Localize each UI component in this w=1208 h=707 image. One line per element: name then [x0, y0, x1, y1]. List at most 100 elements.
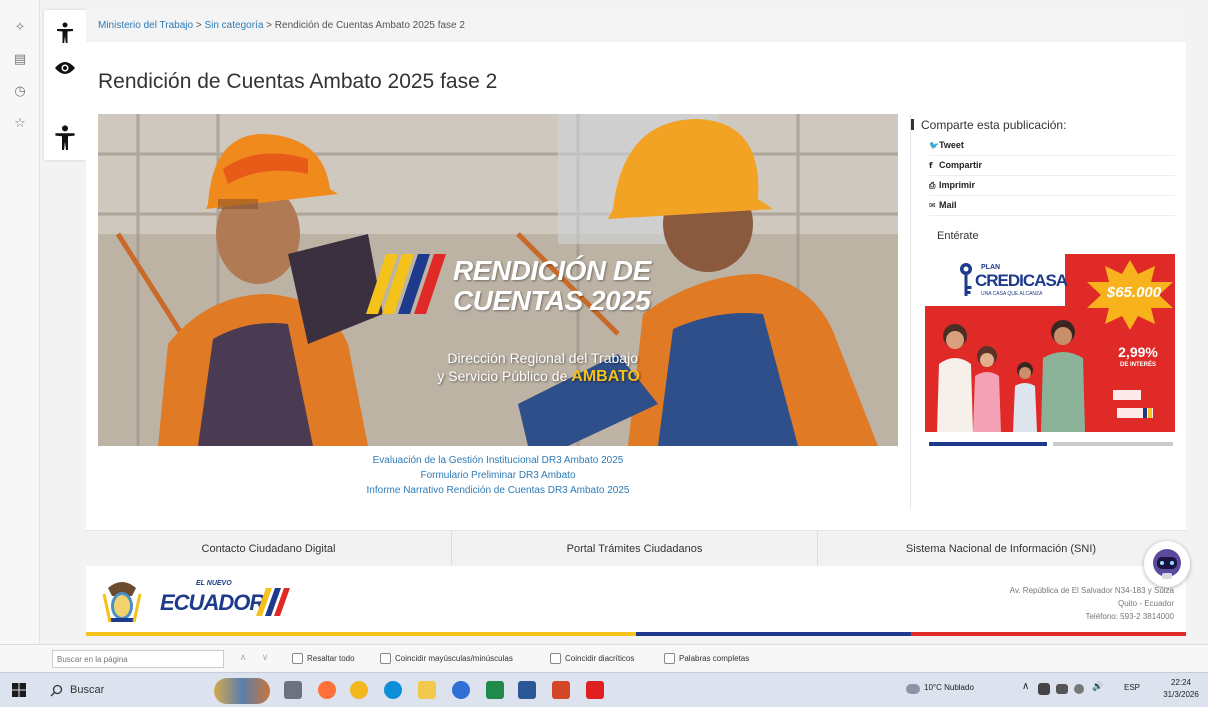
doc-link-informe[interactable]: Informe Narrativo Rendición de Cuentas D… — [98, 483, 898, 498]
speaker-icon[interactable]: 🔊 — [1092, 682, 1103, 692]
breadcrumb-current: Rendición de Cuentas Ambato 2025 fase 2 — [274, 20, 465, 31]
share-sidebar: Comparte esta publicación: 🐦Tweet f Compa… — [910, 114, 1176, 509]
footer-link-portal-tramites[interactable]: Portal Trámites Ciudadanos — [452, 531, 818, 567]
clock[interactable]: 22:24 31/3/2026 — [1158, 677, 1204, 701]
enterate-heading: Entérate — [937, 230, 979, 242]
excel-icon[interactable] — [486, 681, 504, 699]
hero-subtitle-line2: y Servicio Público de AMBATO — [437, 368, 640, 385]
ad-tagline: UNA CASA QUE ALCANZA — [981, 291, 1043, 297]
ad-plan-label: PLAN — [981, 264, 1001, 271]
find-next-icon[interactable]: ∨ — [258, 651, 272, 665]
find-option-highlight-all[interactable]: Resaltar todo — [292, 653, 355, 667]
ad-amount: $65.000 — [1106, 284, 1162, 301]
sparkle-icon[interactable]: ✧ — [12, 20, 28, 36]
powerpoint-icon[interactable] — [552, 681, 570, 699]
browser-sidebar: ✧ ▤ ◷ ☆ ⚙ — [0, 0, 40, 672]
doc-link-evaluacion[interactable]: Evaluación de la Gestión Institucional D… — [98, 453, 898, 468]
find-previous-icon[interactable]: ∧ — [236, 651, 250, 665]
eye-icon[interactable] — [52, 58, 78, 84]
share-print-button[interactable]: ⎙ Imprimir — [929, 176, 1175, 196]
webpage: Ministerio del Trabajo > Sin categoría >… — [86, 10, 1186, 636]
checkbox[interactable] — [292, 653, 303, 664]
find-option-whole-words[interactable]: Palabras completas — [664, 653, 749, 667]
breadcrumb-home-link[interactable]: Ministerio del Trabajo — [98, 20, 193, 31]
footer-link-contacto[interactable]: Contacto Ciudadano Digital — [86, 531, 452, 567]
acrobat-icon[interactable] — [586, 681, 604, 699]
robot-icon — [1153, 549, 1181, 579]
windows-taskbar: Buscar 10°C Nublado ∧ 🔊 ESP 22:24 31/3/2… — [0, 672, 1208, 707]
screen: ✧ ▤ ◷ ☆ ⚙ Ministerio del Trabajo > Sin c… — [0, 0, 1208, 707]
word-icon[interactable] — [518, 681, 536, 699]
taskbar-widget-image[interactable] — [214, 678, 270, 704]
footer-address: Av. República de El Salvador N34-183 y S… — [1009, 586, 1174, 621]
ecuador-logo-text: ECUADOR — [160, 590, 265, 615]
twitter-icon: 🐦 — [929, 141, 939, 150]
accessibility-toolbar — [44, 10, 86, 160]
footer-link-sni[interactable]: Sistema Nacional de Información (SNI) — [818, 531, 1184, 567]
document-icon[interactable]: ▤ — [12, 52, 28, 68]
doc-link-formulario[interactable]: Formulario Preliminar DR3 Ambato — [98, 468, 898, 483]
hero-title: RENDICIÓN DE CUENTAS 2025 — [453, 255, 651, 316]
task-view-icon[interactable] — [284, 681, 302, 699]
partner-logos — [1113, 390, 1153, 418]
breadcrumb: Ministerio del Trabajo > Sin categoría >… — [86, 10, 1186, 42]
footer-brand: EL NUEVO ECUADOR Av. República de El Sal… — [86, 566, 1186, 636]
hero-subtitle-highlight: AMBATO — [571, 368, 640, 385]
share-mail-button[interactable]: ✉ Mail — [929, 196, 1175, 216]
weather-status[interactable]: 10°C Nublado — [924, 683, 974, 692]
footer-nav: Contacto Ciudadano Digital Portal Trámit… — [86, 530, 1186, 567]
chatbot-button[interactable] — [1144, 541, 1190, 587]
accessibility-large-icon[interactable] — [52, 124, 78, 150]
key-icon — [960, 263, 972, 296]
share-tweet-button[interactable]: 🐦Tweet — [929, 136, 1175, 156]
share-heading: Comparte esta publicación: — [910, 118, 1067, 132]
firefox-icon[interactable] — [318, 681, 336, 699]
breadcrumb-category-link[interactable]: Sin categoría — [204, 20, 263, 31]
network-icon[interactable] — [1074, 684, 1084, 694]
edge-icon[interactable] — [384, 681, 402, 699]
weather-icon — [906, 684, 920, 694]
taskbar-search[interactable]: Buscar — [42, 678, 202, 703]
accessibility-person-icon[interactable] — [52, 22, 78, 48]
find-in-page-bar: ∧ ∨ Resaltar todo Coincidir mayúsculas/m… — [0, 644, 1208, 672]
flag-stripes-logo — [256, 588, 290, 616]
find-input[interactable] — [52, 650, 224, 668]
breadcrumb-separator: > — [263, 20, 275, 31]
find-option-match-case[interactable]: Coincidir mayúsculas/minúsculas — [380, 653, 513, 667]
carousel-indicator[interactable] — [1053, 442, 1173, 446]
find-option-match-diacritics[interactable]: Coincidir diacríticos — [550, 653, 634, 667]
checkbox[interactable] — [550, 653, 561, 664]
favorites-icon[interactable]: ☆ — [12, 116, 28, 132]
battery-icon[interactable] — [1056, 684, 1068, 694]
share-facebook-button[interactable]: f Compartir — [929, 156, 1175, 176]
language-indicator[interactable]: ESP — [1124, 683, 1140, 692]
ecuador-logo-top: EL NUEVO — [196, 580, 232, 587]
ad-rate: 2,99% — [1118, 344, 1158, 360]
ad-rate-label: DE INTERÉS — [1119, 362, 1156, 368]
flag-color-line — [86, 632, 1186, 636]
tray-chevron-up-icon[interactable]: ∧ — [1022, 681, 1029, 692]
windows-start-icon[interactable] — [12, 683, 26, 697]
checkbox[interactable] — [664, 653, 675, 664]
file-explorer-icon[interactable] — [418, 681, 436, 699]
breadcrumb-separator: > — [193, 20, 205, 31]
ad-carousel-indicators — [929, 442, 1173, 446]
tray-app-icon[interactable] — [1038, 683, 1050, 695]
facebook-icon: f — [929, 161, 933, 170]
document-links: Evaluación de la Gestión Institucional D… — [98, 453, 898, 498]
hero-subtitle-line1: Dirección Regional del Trabajo — [447, 350, 638, 366]
credicasa-ad-banner[interactable]: PLAN CREDICASA UNA CASA QUE ALCANZA $65.… — [925, 254, 1175, 432]
chrome-icon[interactable] — [350, 681, 368, 699]
search-icon — [50, 684, 63, 697]
store-icon[interactable] — [452, 681, 470, 699]
print-icon: ⎙ — [929, 181, 936, 190]
checkbox[interactable] — [380, 653, 391, 664]
carousel-indicator-active[interactable] — [929, 442, 1047, 446]
coat-of-arms-logo — [102, 582, 142, 623]
ecuador-logo: EL NUEVO ECUADOR — [160, 580, 290, 624]
history-icon[interactable]: ◷ — [12, 84, 28, 100]
family-illustration — [925, 314, 1095, 432]
hero-banner: RENDICIÓN DE CUENTAS 2025 Dirección Regi… — [98, 114, 898, 446]
page-title: Rendición de Cuentas Ambato 2025 fase 2 — [98, 70, 498, 93]
mail-icon: ✉ — [929, 201, 936, 210]
